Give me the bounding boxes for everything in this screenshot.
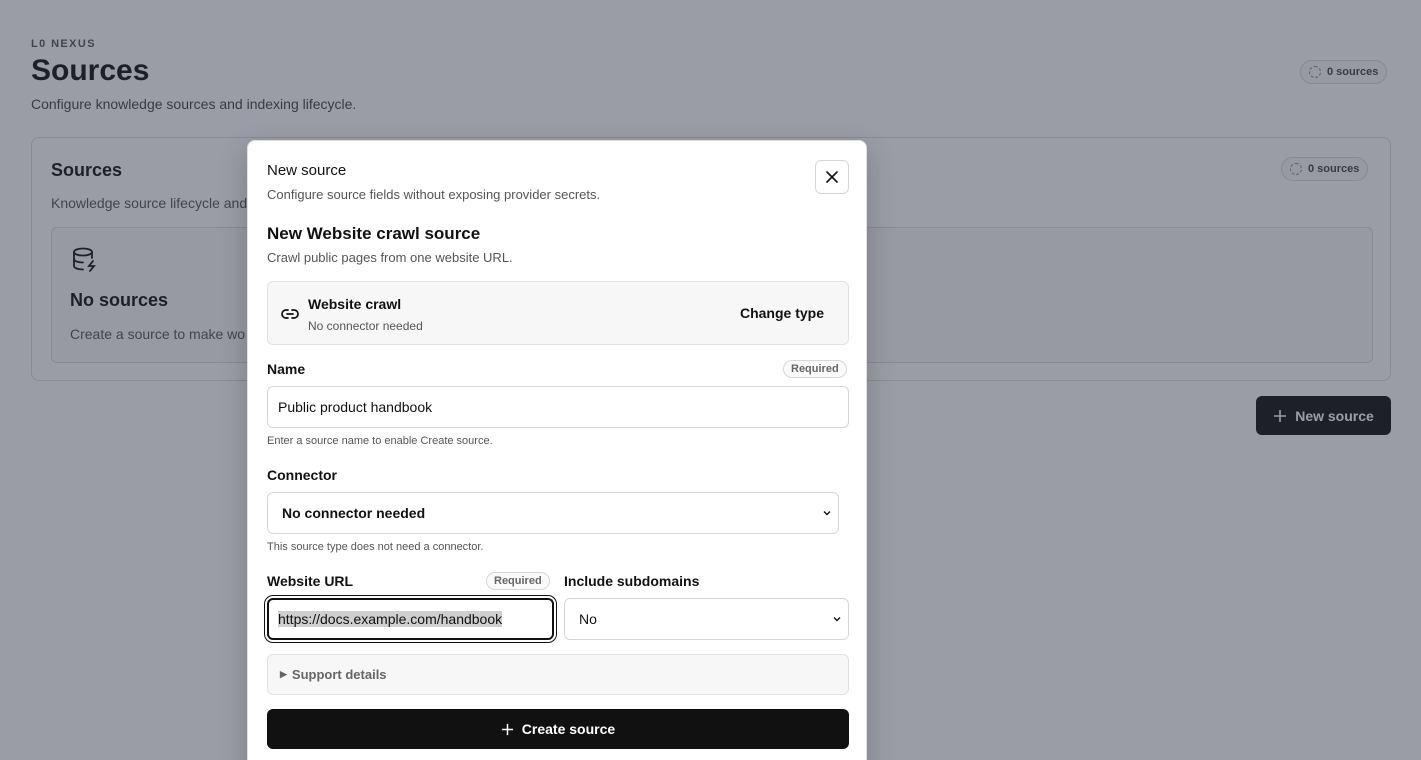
subdomains-select[interactable]: No — [564, 598, 849, 640]
connector-select-value: No connector needed — [282, 505, 426, 521]
create-source-button[interactable]: Create source — [267, 709, 849, 749]
source-type-description: No connector needed — [308, 319, 423, 333]
source-type-card: Website crawl No connector needed Change… — [267, 281, 849, 345]
dialog-title: New source — [267, 162, 347, 179]
chevron-down-icon — [833, 617, 841, 622]
connector-label: Connector — [267, 467, 337, 483]
url-required-badge: Required — [486, 572, 550, 590]
subdomains-label: Include subdomains — [564, 573, 700, 589]
section-title: New Website crawl source — [267, 224, 481, 243]
triangle-right-icon: ▶ — [280, 669, 287, 679]
dialog-subtitle: Configure source fields without exposing… — [267, 187, 601, 202]
link-icon — [281, 309, 299, 319]
subdomains-select-value: No — [579, 611, 597, 627]
close-icon — [826, 171, 838, 183]
close-button[interactable] — [815, 160, 849, 194]
connector-select[interactable]: No connector needed — [267, 492, 839, 534]
url-label: Website URL — [267, 573, 354, 589]
plus-icon — [501, 723, 513, 735]
chevron-down-icon — [823, 511, 831, 516]
create-source-label: Create source — [521, 721, 616, 737]
name-input[interactable] — [267, 386, 849, 428]
source-type-name: Website crawl — [308, 296, 402, 312]
name-required-badge: Required — [783, 360, 847, 378]
change-type-button[interactable]: Change type — [740, 305, 824, 321]
website-url-input[interactable]: https://docs.example.com/handbook — [267, 598, 554, 640]
section-subtitle: Crawl public pages from one website URL. — [267, 250, 513, 265]
support-details-toggle[interactable]: ▶ Support details — [267, 654, 849, 695]
website-url-value: https://docs.example.com/handbook — [278, 611, 503, 627]
new-source-dialog: New source Configure source fields witho… — [247, 140, 867, 760]
connector-hint: This source type does not need a connect… — [267, 541, 484, 553]
support-details-label: Support details — [291, 667, 387, 682]
name-hint: Enter a source name to enable Create sou… — [267, 435, 493, 447]
name-label: Name — [267, 361, 306, 377]
